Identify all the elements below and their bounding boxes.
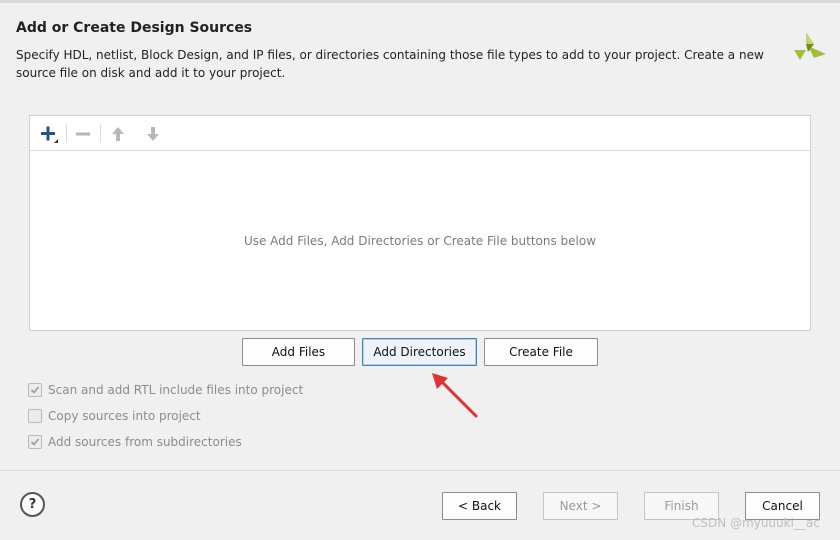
move-up-button[interactable] — [105, 122, 131, 146]
sources-toolbar — [30, 116, 810, 151]
checkbox-add-subdirectories[interactable] — [28, 435, 42, 449]
arrow-down-icon — [147, 127, 159, 141]
help-button[interactable]: ? — [20, 492, 45, 517]
checkmark-icon — [30, 438, 40, 446]
add-source-button[interactable] — [36, 122, 62, 146]
sources-panel: Use Add Files, Add Directories or Create… — [29, 115, 811, 331]
plus-icon — [41, 126, 58, 143]
option-label: Add sources from subdirectories — [48, 435, 242, 449]
remove-source-button[interactable] — [70, 122, 96, 146]
option-copy-sources[interactable]: Copy sources into project — [28, 407, 201, 425]
add-directories-button[interactable]: Add Directories — [362, 338, 477, 366]
move-down-button[interactable] — [140, 122, 166, 146]
back-button[interactable]: < Back — [442, 492, 517, 520]
empty-list-message: Use Add Files, Add Directories or Create… — [243, 234, 597, 248]
toolbar-separator — [100, 124, 101, 142]
next-button[interactable]: Next > — [543, 492, 618, 520]
add-files-button[interactable]: Add Files — [242, 338, 355, 366]
option-add-subdirectories[interactable]: Add sources from subdirectories — [28, 433, 242, 451]
checkbox-copy-sources[interactable] — [28, 409, 42, 423]
option-scan-rtl-include[interactable]: Scan and add RTL include files into proj… — [28, 381, 303, 399]
checkbox-scan-rtl-include[interactable] — [28, 383, 42, 397]
checkmark-icon — [30, 386, 40, 394]
page-title: Add or Create Design Sources — [16, 20, 253, 36]
toolbar-separator — [66, 124, 67, 142]
minus-icon — [76, 132, 90, 136]
option-label: Scan and add RTL include files into proj… — [48, 383, 304, 397]
footer-divider — [0, 470, 840, 471]
option-label: Copy sources into project — [48, 409, 201, 423]
annotation-arrow-icon — [432, 373, 478, 418]
arrow-up-icon — [112, 127, 124, 141]
vivado-logo-icon — [794, 32, 826, 60]
create-file-button[interactable]: Create File — [484, 338, 598, 366]
watermark: CSDN @myuuuki__ac — [692, 516, 820, 530]
dialog-header: Add or Create Design Sources Specify HDL… — [0, 0, 840, 100]
page-description: Specify HDL, netlist, Block Design, and … — [16, 48, 764, 80]
top-divider — [0, 0, 840, 3]
